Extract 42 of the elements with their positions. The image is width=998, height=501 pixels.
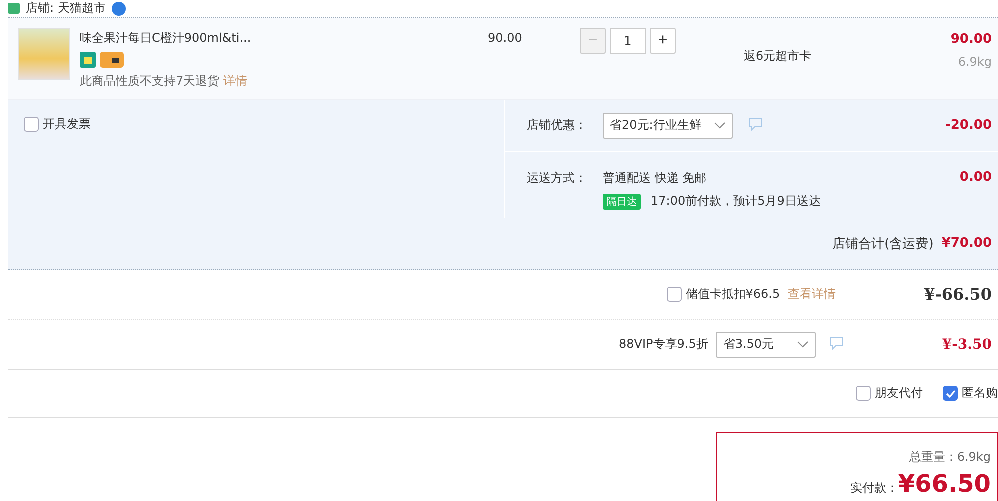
shop-total-amount: ¥70.00 — [942, 236, 992, 251]
pay-amount: ¥66.50 — [898, 470, 991, 498]
pay-label: 实付款： — [850, 480, 898, 497]
product-title[interactable]: 味全果汁每日C橙汁900ml&ti... — [80, 30, 488, 47]
bag-icon — [80, 52, 96, 68]
checkbox[interactable] — [856, 386, 871, 401]
discount-label: 店铺优惠： — [527, 117, 588, 134]
option-label: 匿名购 — [962, 385, 998, 402]
item-total: 90.00 — [950, 32, 992, 47]
total-weight: 总重量：6.9kg — [909, 449, 991, 466]
comment-icon[interactable] — [830, 336, 844, 350]
card-icon — [100, 52, 124, 68]
increase-button[interactable]: + — [650, 28, 676, 54]
vip-amount: ¥-3.50 — [942, 336, 992, 352]
unit-price: 90.00 — [488, 31, 524, 45]
checkbox[interactable] — [943, 386, 958, 401]
item-weight: 6.9kg — [958, 55, 992, 69]
product-photo — [18, 28, 70, 80]
vip-select[interactable]: 省3.50元 — [716, 332, 816, 358]
checkbox[interactable] — [24, 117, 39, 132]
return-notice: 此商品性质不支持7天退货 — [80, 74, 220, 88]
option-label: 朋友代付 — [875, 385, 923, 402]
comment-icon[interactable] — [749, 118, 763, 130]
stored-card-label: 储值卡抵扣¥66.5 — [686, 286, 780, 303]
shipping-label: 运送方式： — [527, 170, 588, 187]
delivery-estimate: 17:00前付款，预计5月9日送达 — [651, 193, 821, 210]
quantity-field[interactable]: 1 — [610, 28, 646, 54]
next-day-badge: 隔日达 — [603, 194, 641, 210]
checkbox[interactable] — [666, 287, 682, 302]
caret-icon — [714, 122, 726, 130]
checkmark-icon — [946, 390, 956, 398]
vip-label: 88VIP专享9.5折 — [619, 336, 708, 353]
shop-total-label: 店铺合计(含运费) — [832, 236, 934, 252]
discount-amount: -20.00 — [945, 118, 992, 133]
stored-card-amount: ¥-66.50 — [924, 285, 992, 304]
invoice-label: 开具发票 — [43, 116, 91, 133]
shipping-method: 普通配送 快递 免邮 — [603, 170, 708, 187]
discount-select[interactable]: 省20元:行业生鲜 — [603, 112, 733, 138]
promo-text: 返6元超市卡 — [744, 48, 813, 65]
shipping-amount: 0.00 — [960, 170, 992, 185]
caret-icon — [797, 340, 810, 348]
shop-name: 店铺: 天猫超市 — [26, 0, 106, 17]
